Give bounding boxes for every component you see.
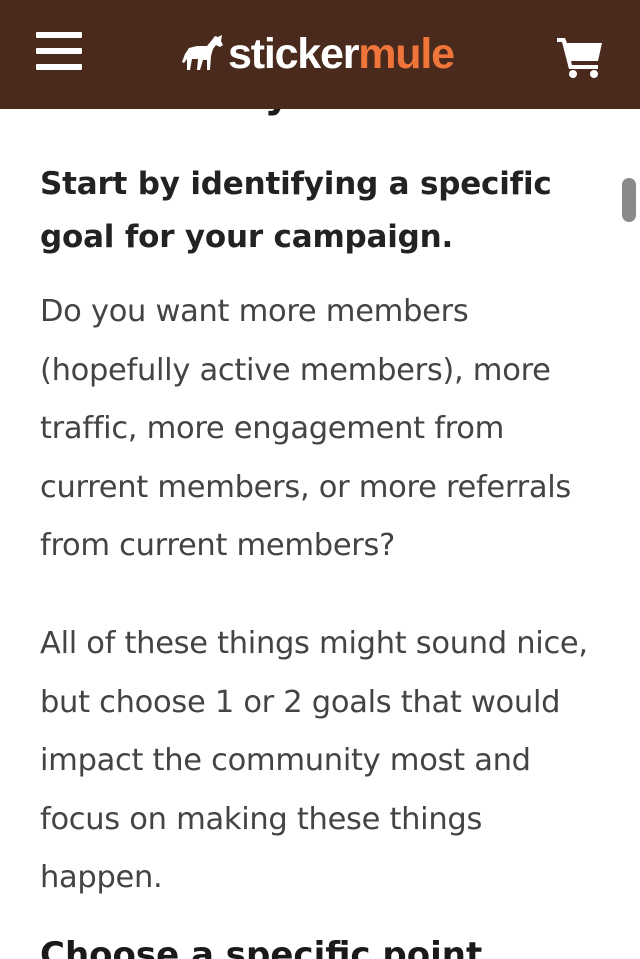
logo-text-mule: mule [358, 30, 455, 78]
menu-bar-middle [36, 48, 82, 54]
top-navbar: sticker mule [0, 0, 640, 109]
paragraph-choose-goals: All of these things might sound nice, bu… [40, 626, 588, 895]
paragraph-goals-question: Do you want more members (hopefully acti… [40, 294, 571, 563]
stickermule-logo[interactable]: sticker mule [180, 26, 455, 82]
logo-text-sticker: sticker [228, 30, 359, 78]
next-subheading: Choose a specific point [40, 935, 483, 959]
menu-bar-top [36, 32, 82, 38]
scrollbar-thumb[interactable] [622, 178, 636, 222]
menu-bar-bottom [36, 64, 82, 70]
cart-glyph [557, 38, 602, 78]
shopping-cart-icon[interactable] [556, 36, 604, 78]
hamburger-menu-icon[interactable] [36, 31, 82, 73]
mule-logo-icon [182, 35, 223, 70]
article-content: community Start by identifying a specifi… [0, 0, 640, 959]
goal-subheading: Start by identifying a specific goal for… [40, 166, 552, 255]
